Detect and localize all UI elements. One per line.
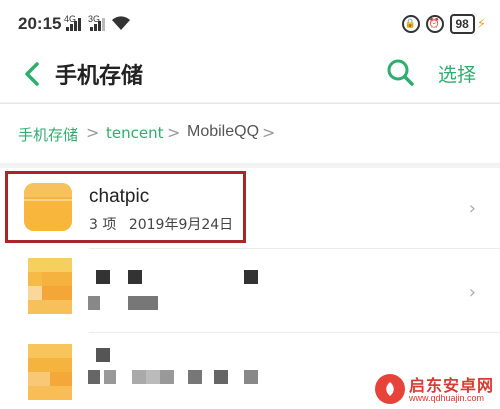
lock-rotation-icon: 🔒 (401, 15, 420, 33)
status-time: 20:15 (18, 14, 62, 33)
folder-icon (24, 183, 72, 231)
back-arrow-icon[interactable] (18, 56, 48, 92)
charging-icon: ⚡ (476, 16, 486, 32)
breadcrumb-separator: > (167, 123, 181, 142)
select-button[interactable]: 选择 (438, 60, 476, 87)
chevron-right-icon: › (468, 198, 476, 219)
pixelated-text (88, 270, 268, 310)
status-bar: 20:15 4G 3G 🔒 ⏰ 98 ⚡ (0, 0, 500, 48)
folder-name: chatpic (89, 186, 150, 207)
alarm-icon: ⏰ (425, 15, 444, 33)
breadcrumb-item-tencent[interactable]: tencent (106, 124, 163, 142)
divider (89, 248, 500, 249)
breadcrumb-separator: > (86, 123, 100, 142)
list-item-chatpic[interactable]: chatpic 3 项 2019年9月24日 › (0, 168, 500, 248)
wifi-icon (112, 16, 130, 30)
folder-meta: 3 项 2019年9月24日 (89, 214, 241, 234)
divider (89, 332, 500, 333)
folder-date: 2019年9月24日 (128, 217, 234, 233)
pixelated-folder-icon (28, 344, 72, 400)
breadcrumb-item-mobileqq: MobileQQ (187, 123, 260, 140)
breadcrumb: 手机存储 > tencent > MobileQQ > (0, 103, 500, 163)
breadcrumb-separator: > (262, 123, 276, 142)
breadcrumb-item-phone-storage[interactable]: 手机存储 (18, 124, 78, 145)
search-icon[interactable] (384, 56, 416, 90)
toolbar: 手机存储 选择 (0, 48, 500, 102)
list-item-pixelated[interactable]: › (0, 252, 500, 332)
watermark-url: www.qdhuajin.com (409, 393, 485, 403)
pixelated-text (88, 348, 278, 388)
pixelated-folder-icon (28, 258, 72, 314)
folder-item-count: 3 项 (89, 217, 117, 233)
page-title: 手机存储 (55, 64, 144, 89)
signal-bars-icon (66, 17, 81, 31)
chevron-right-icon: › (468, 282, 476, 303)
watermark: 启东安卓网 www.qdhuajin.com (375, 370, 500, 409)
battery-icon: 98 (449, 14, 475, 34)
watermark-logo-icon (375, 374, 405, 404)
signal-bars-icon-2 (90, 17, 105, 31)
